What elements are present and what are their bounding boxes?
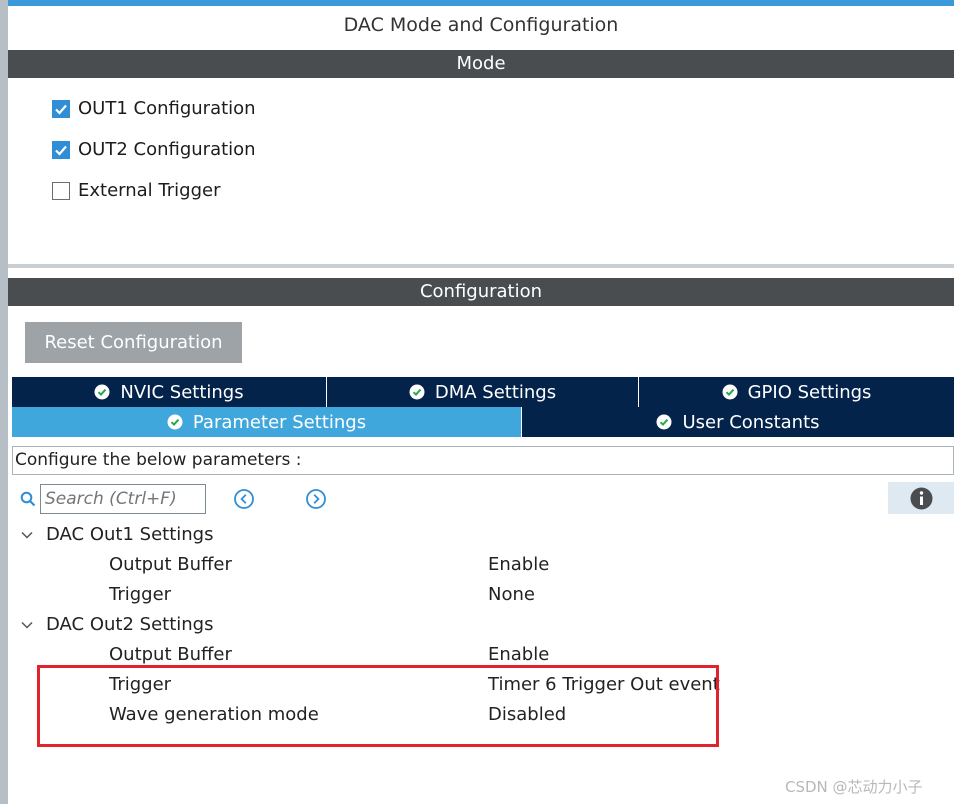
check-circle-icon <box>94 384 110 400</box>
watermark: CSDN @芯动力小子 <box>785 778 923 796</box>
out1-configuration-label: OUT1 Configuration <box>78 98 256 119</box>
group-dac-out1-settings[interactable]: DAC Out1 Settings <box>20 524 213 545</box>
check-circle-icon <box>409 384 425 400</box>
highlight-annotation-box <box>37 665 719 747</box>
check-circle-icon <box>656 414 672 430</box>
tab-gpio-settings-label: GPIO Settings <box>747 381 872 403</box>
tab-nvic-settings[interactable]: NVIC Settings <box>12 377 327 407</box>
param-name: Output Buffer <box>109 644 232 665</box>
section-divider <box>8 264 954 268</box>
tab-dma-settings-label: DMA Settings <box>434 381 557 403</box>
search-bar <box>20 484 206 514</box>
settings-tabs-row-2: Parameter Settings User Constants <box>12 407 954 437</box>
group-dac-out2-settings[interactable]: DAC Out2 Settings <box>20 614 213 635</box>
chevron-left-circle-icon[interactable] <box>233 488 255 510</box>
page-title: DAC Mode and Configuration <box>343 14 619 36</box>
param-name: Output Buffer <box>109 554 232 575</box>
top-accent-line <box>0 0 954 6</box>
out2-configuration-label: OUT2 Configuration <box>78 139 256 160</box>
left-border <box>0 0 8 804</box>
check-circle-icon <box>167 414 183 430</box>
configuration-header: Configuration <box>8 278 954 306</box>
configure-instructions: Configure the below parameters : <box>12 446 954 475</box>
search-icon[interactable] <box>20 491 36 507</box>
info-icon <box>910 487 933 510</box>
param-value[interactable]: Enable <box>488 554 549 575</box>
settings-tabs-row-1: NVIC Settings DMA Settings GPIO Settings <box>12 377 954 407</box>
external-trigger-option[interactable]: External Trigger <box>52 180 220 201</box>
tab-user-constants-label: User Constants <box>682 411 820 433</box>
check-circle-icon <box>722 384 738 400</box>
chevron-down-icon[interactable] <box>20 618 34 632</box>
checkbox-checked-icon[interactable] <box>52 99 70 118</box>
reset-configuration-button[interactable]: Reset Configuration <box>25 322 242 363</box>
group-title: DAC Out2 Settings <box>46 614 214 635</box>
tab-gpio-settings[interactable]: GPIO Settings <box>639 377 954 407</box>
mode-header: Mode <box>8 50 954 78</box>
tab-nvic-settings-label: NVIC Settings <box>120 381 244 403</box>
chevron-right-circle-icon[interactable] <box>305 488 327 510</box>
out1-configuration-option[interactable]: OUT1 Configuration <box>52 98 256 119</box>
checkbox-checked-icon[interactable] <box>52 140 70 159</box>
param-name: Trigger <box>109 584 172 605</box>
param-value[interactable]: None <box>488 584 535 605</box>
external-trigger-label: External Trigger <box>78 180 221 201</box>
tab-parameter-settings-label: Parameter Settings <box>192 411 367 433</box>
search-input[interactable] <box>40 484 206 514</box>
param-value[interactable]: Enable <box>488 644 549 665</box>
out2-configuration-option[interactable]: OUT2 Configuration <box>52 139 256 160</box>
chevron-down-icon[interactable] <box>20 528 34 542</box>
info-button[interactable] <box>888 482 954 514</box>
tab-dma-settings[interactable]: DMA Settings <box>327 377 639 407</box>
checkbox-unchecked-icon[interactable] <box>52 181 70 200</box>
group-title: DAC Out1 Settings <box>46 524 214 545</box>
tab-parameter-settings[interactable]: Parameter Settings <box>12 407 522 437</box>
tab-user-constants[interactable]: User Constants <box>522 407 954 437</box>
